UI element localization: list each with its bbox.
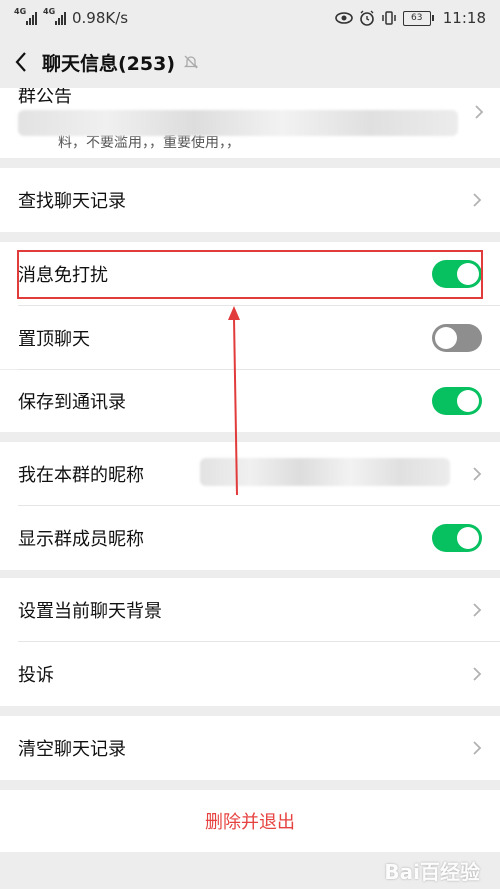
annotation-arrow bbox=[228, 306, 240, 496]
baidu-watermark: Bai百经验 bbox=[384, 860, 480, 884]
